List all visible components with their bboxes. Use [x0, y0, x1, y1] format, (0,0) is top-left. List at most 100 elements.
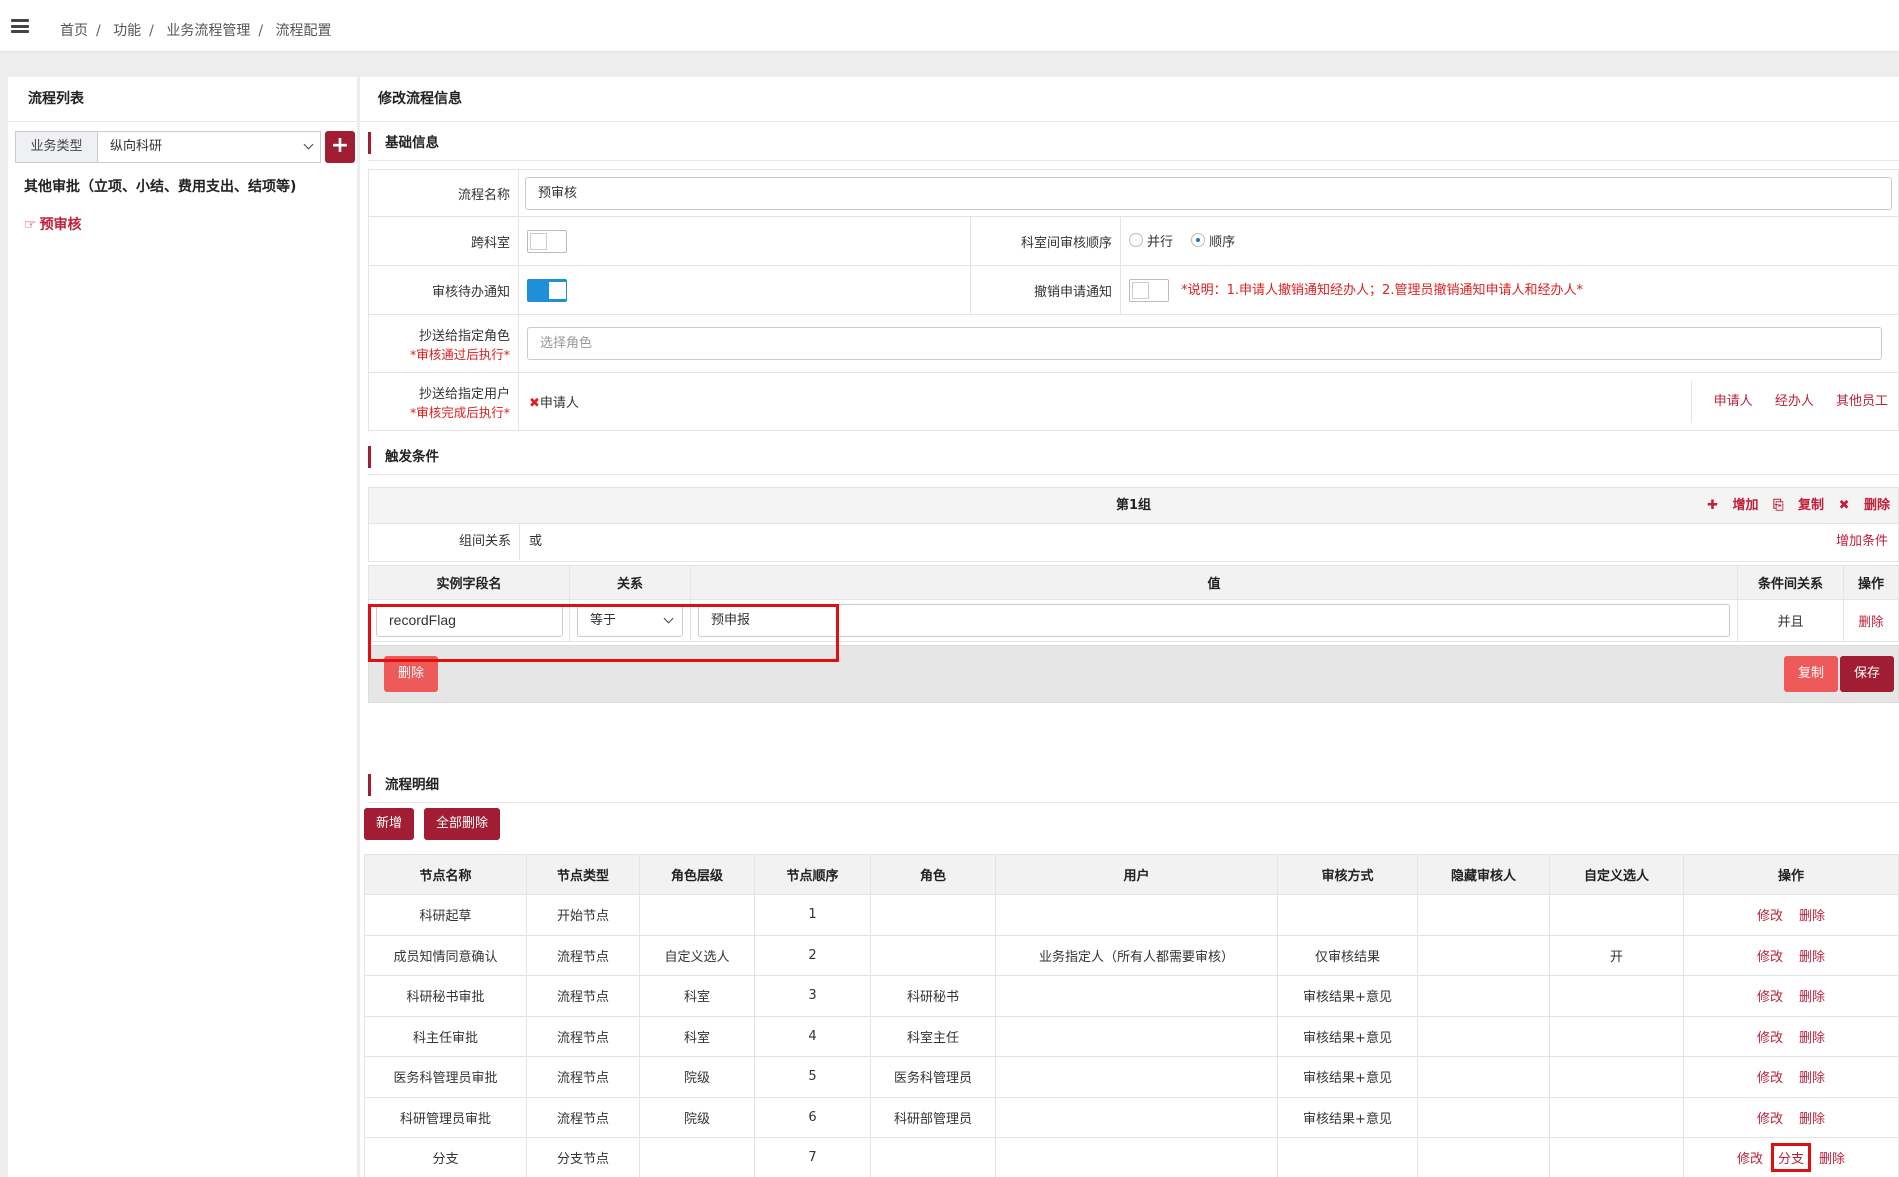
delete-link[interactable]: 删除: [1799, 950, 1825, 965]
table-row: 分支 分支节点 7 修改 分支 删除: [364, 1137, 1899, 1177]
cancel-notify-toggle[interactable]: [1129, 278, 1169, 302]
delete-link[interactable]: 删除: [1799, 909, 1825, 924]
col-node-type: 节点类型: [526, 854, 640, 895]
cc-role-input[interactable]: 选择角色: [527, 327, 1882, 360]
delete-link[interactable]: 删除: [1799, 1071, 1825, 1086]
delete-group-button[interactable]: 删除: [384, 656, 439, 692]
flow-name-label: 流程名称: [368, 169, 519, 217]
group-add-button[interactable]: ✚ 增加: [1707, 498, 1758, 513]
row-operations: 修改 删除: [1683, 975, 1899, 1017]
delete-link[interactable]: 删除: [1799, 1112, 1825, 1127]
edit-link[interactable]: 修改: [1757, 1071, 1783, 1086]
flow-list-title: 流程列表: [8, 77, 357, 122]
flow-list-panel: 流程列表 业务类型 纵向科研 + 其他审批（立项、小结、费用支出、结项等) ☞ 预…: [8, 77, 357, 1177]
menu-toggle-icon[interactable]: [11, 19, 29, 33]
table-cell: [1549, 1015, 1684, 1057]
delete-all-button[interactable]: 全部删除: [424, 808, 501, 840]
row-operations: 修改 分支 删除: [1683, 1137, 1899, 1177]
cross-dept-toggle[interactable]: [527, 229, 567, 253]
table-cell: [1277, 1137, 1418, 1177]
save-button[interactable]: 保存: [1839, 656, 1894, 692]
table-cell: 5: [754, 1056, 871, 1098]
edit-link[interactable]: 修改: [1757, 1112, 1783, 1127]
table-cell: 2: [754, 934, 871, 976]
edit-link[interactable]: 修改: [1757, 950, 1783, 965]
basic-info-heading: 基础信息: [368, 132, 439, 154]
edit-link[interactable]: 修改: [1757, 990, 1783, 1005]
table-cell: 科研秘书审批: [364, 975, 527, 1017]
group-delete-button[interactable]: ✖ 删除: [1839, 498, 1890, 513]
condition-action-bar: 删除 复制 保存: [368, 645, 1899, 703]
group-actions: ✚ 增加 ⎘ 复制 ✖ 删除: [1697, 488, 1890, 523]
delete-link[interactable]: 删除: [1799, 990, 1825, 1005]
delete-link[interactable]: 删除: [1799, 1031, 1825, 1046]
table-row: 科研秘书审批 流程节点 科室 3 科研秘书 审核结果+意见 修改 删除: [364, 975, 1899, 1017]
edit-link[interactable]: 修改: [1757, 909, 1783, 924]
table-cell: 流程节点: [526, 934, 640, 976]
order-sequence-radio[interactable]: 顺序: [1191, 231, 1235, 250]
breadcrumb-business-flow[interactable]: 业务流程管理: [166, 23, 250, 39]
table-cell: 1: [754, 894, 871, 936]
table-cell: [1549, 975, 1684, 1017]
add-flow-button[interactable]: +: [325, 131, 355, 163]
relation-select[interactable]: 等于: [577, 604, 683, 637]
table-cell: 科研管理员审批: [364, 1096, 527, 1138]
table-cell: 科主任审批: [364, 1015, 527, 1057]
breadcrumb-home[interactable]: 首页: [60, 23, 88, 39]
col-value: 值: [690, 565, 1738, 600]
cc-applicant-link[interactable]: 申请人: [1714, 394, 1753, 409]
value-input[interactable]: 预申报: [698, 604, 1730, 637]
table-cell: 医务科管理员审批: [364, 1056, 527, 1098]
group-copy-button[interactable]: ⎘ 复制: [1773, 498, 1824, 513]
details-heading: 流程明细: [368, 774, 439, 796]
table-cell: 科研部管理员: [870, 1096, 996, 1138]
row-operations: 修改 删除: [1683, 1015, 1899, 1057]
col-logic: 条件间关系: [1737, 565, 1844, 600]
order-parallel-radio[interactable]: 并行: [1129, 231, 1173, 250]
top-bar: 首页 / 功能 / 业务流程管理 / 流程配置: [0, 0, 1899, 52]
trigger-conditions: 第1组 ✚ 增加 ⎘ 复制 ✖ 删除 组间关系 或 增加条件 实例字段名 关系 …: [368, 487, 1899, 703]
cc-user-tag[interactable]: ✖申请人: [529, 396, 579, 411]
remove-x-icon[interactable]: ✖: [529, 396, 540, 411]
basic-info-form: 流程名称 预审核 跨科室 科室间审核顺序 并行 顺序 审核待办通知 撤销申请通知: [368, 169, 1899, 431]
flow-group-title: 其他审批（立项、小结、费用支出、结项等): [24, 179, 297, 195]
branch-link[interactable]: 分支: [1778, 1152, 1804, 1167]
table-row: 科研起草 开始节点 1 修改 删除: [364, 894, 1899, 936]
table-cell: [1549, 1096, 1684, 1138]
table-cell: 审核结果+意见: [1277, 1096, 1418, 1138]
flow-name-input[interactable]: 预审核: [525, 176, 1892, 210]
business-type-label: 业务类型: [15, 131, 97, 163]
table-cell: 科研起草: [364, 894, 527, 936]
cc-other-staff-link[interactable]: 其他员工: [1836, 394, 1888, 409]
add-node-button[interactable]: 新增: [364, 808, 415, 840]
table-cell: [995, 1056, 1278, 1098]
hand-pointer-icon: ☞: [24, 217, 37, 233]
edit-link[interactable]: 修改: [1737, 1152, 1763, 1167]
breadcrumb-function[interactable]: 功能: [113, 23, 141, 39]
business-type-select[interactable]: 纵向科研: [97, 131, 321, 163]
row-operations: 修改 删除: [1683, 934, 1899, 976]
table-row: 医务科管理员审批 流程节点 院级 5 医务科管理员 审核结果+意见 修改 删除: [364, 1056, 1899, 1098]
col-node-name: 节点名称: [364, 854, 527, 895]
delete-link[interactable]: 删除: [1819, 1152, 1845, 1167]
table-cell: 科研秘书: [870, 975, 996, 1017]
cancel-notify-note: *说明：1.申请人撤销通知经办人；2.管理员撤销通知申请人和经办人*: [1181, 282, 1583, 298]
flow-item-pre-review[interactable]: ☞ 预审核: [24, 214, 82, 234]
cc-handler-link[interactable]: 经办人: [1775, 394, 1814, 409]
field-name-input[interactable]: recordFlag: [376, 604, 563, 637]
divider: [368, 160, 1899, 161]
condition-logic: 并且: [1737, 599, 1844, 642]
edit-link[interactable]: 修改: [1757, 1031, 1783, 1046]
add-condition-link[interactable]: 增加条件: [1836, 524, 1888, 560]
table-cell: 仅审核结果: [1277, 934, 1418, 976]
copy-group-button[interactable]: 复制: [1783, 656, 1838, 692]
table-cell: 业务指定人（所有人都需要审核）: [995, 934, 1278, 976]
condition-delete-link[interactable]: 删除: [1858, 614, 1883, 629]
chevron-down-icon: [303, 139, 314, 150]
table-cell: 开始节点: [526, 894, 640, 936]
condition-group-name: 第1组: [1115, 498, 1152, 513]
table-cell: [995, 1015, 1278, 1057]
row-operations: 修改 删除: [1683, 1096, 1899, 1138]
review-notify-toggle[interactable]: [527, 278, 567, 302]
col-role-level: 角色层级: [639, 854, 755, 895]
